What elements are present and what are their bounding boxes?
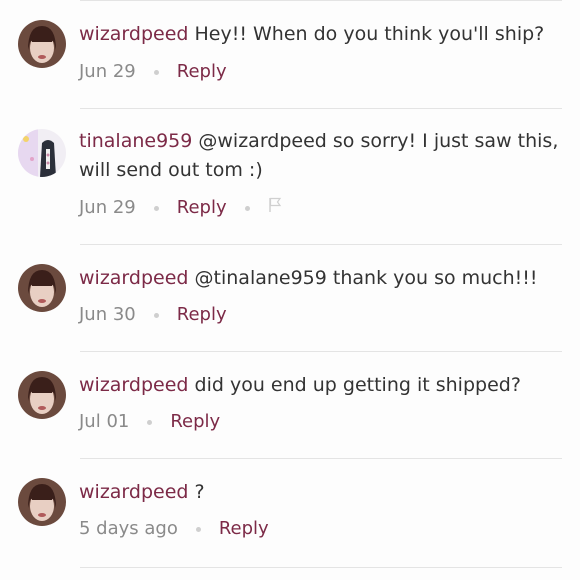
comment: wizardpeed did you end up getting it shi… (0, 352, 580, 459)
timestamp: Jun 30 (79, 304, 136, 325)
comment-text: wizardpeed Hey!! When do you think you'l… (79, 20, 559, 49)
separator-dot (153, 69, 159, 75)
comment-message: @tinalane959 thank you so much!!! (188, 267, 538, 289)
comment-text: wizardpeed ? (79, 478, 559, 507)
separator-dot (244, 205, 250, 211)
comment-meta: Jun 29 Reply (79, 60, 227, 84)
username[interactable]: wizardpeed (79, 481, 188, 503)
avatar-wizardpeed[interactable] (18, 20, 66, 68)
comment: tinalane959 @wizardpeed so sorry! I just… (0, 109, 580, 245)
username[interactable]: wizardpeed (79, 267, 188, 289)
comment-text: tinalane959 @wizardpeed so sorry! I just… (79, 127, 559, 185)
reply-button[interactable]: Reply (177, 60, 227, 84)
comment-text: wizardpeed @tinalane959 thank you so muc… (79, 264, 559, 293)
separator-dot (195, 526, 201, 532)
comment-meta: Jul 01 Reply (79, 410, 220, 434)
comment-message: did you end up getting it shipped? (188, 374, 521, 396)
avatar-tinalane959[interactable] (18, 129, 66, 177)
separator-dot (147, 419, 153, 425)
comment: wizardpeed ? 5 days ago Reply (0, 459, 580, 568)
reply-button[interactable]: Reply (177, 196, 227, 220)
avatar-wizardpeed[interactable] (18, 478, 66, 526)
avatar-wizardpeed[interactable] (18, 264, 66, 312)
timestamp: Jun 29 (79, 197, 136, 218)
reply-button[interactable]: Reply (219, 517, 269, 541)
timestamp: Jul 01 (79, 411, 130, 432)
separator-dot (153, 205, 159, 211)
comment-meta: 5 days ago Reply (79, 517, 269, 541)
username[interactable]: wizardpeed (79, 374, 188, 396)
comment-meta: Jun 30 Reply (79, 303, 227, 327)
comment-message: Hey!! When do you think you'll ship? (188, 23, 545, 45)
comment: wizardpeed @tinalane959 thank you so muc… (0, 245, 580, 352)
avatar-wizardpeed[interactable] (18, 371, 66, 419)
comment: wizardpeed Hey!! When do you think you'l… (0, 0, 580, 109)
timestamp: Jun 29 (79, 61, 136, 82)
reply-button[interactable]: Reply (177, 303, 227, 327)
reply-button[interactable]: Reply (170, 410, 220, 434)
username[interactable]: wizardpeed (79, 23, 188, 45)
flag-icon[interactable] (268, 196, 282, 220)
comment-text: wizardpeed did you end up getting it shi… (79, 371, 559, 400)
comment-message: ? (188, 481, 205, 503)
comment-meta: Jun 29 Reply (79, 196, 282, 220)
comment-feed: wizardpeed Hey!! When do you think you'l… (0, 0, 580, 580)
username[interactable]: tinalane959 (79, 130, 192, 152)
divider (80, 567, 562, 568)
separator-dot (153, 312, 159, 318)
timestamp: 5 days ago (79, 518, 178, 539)
